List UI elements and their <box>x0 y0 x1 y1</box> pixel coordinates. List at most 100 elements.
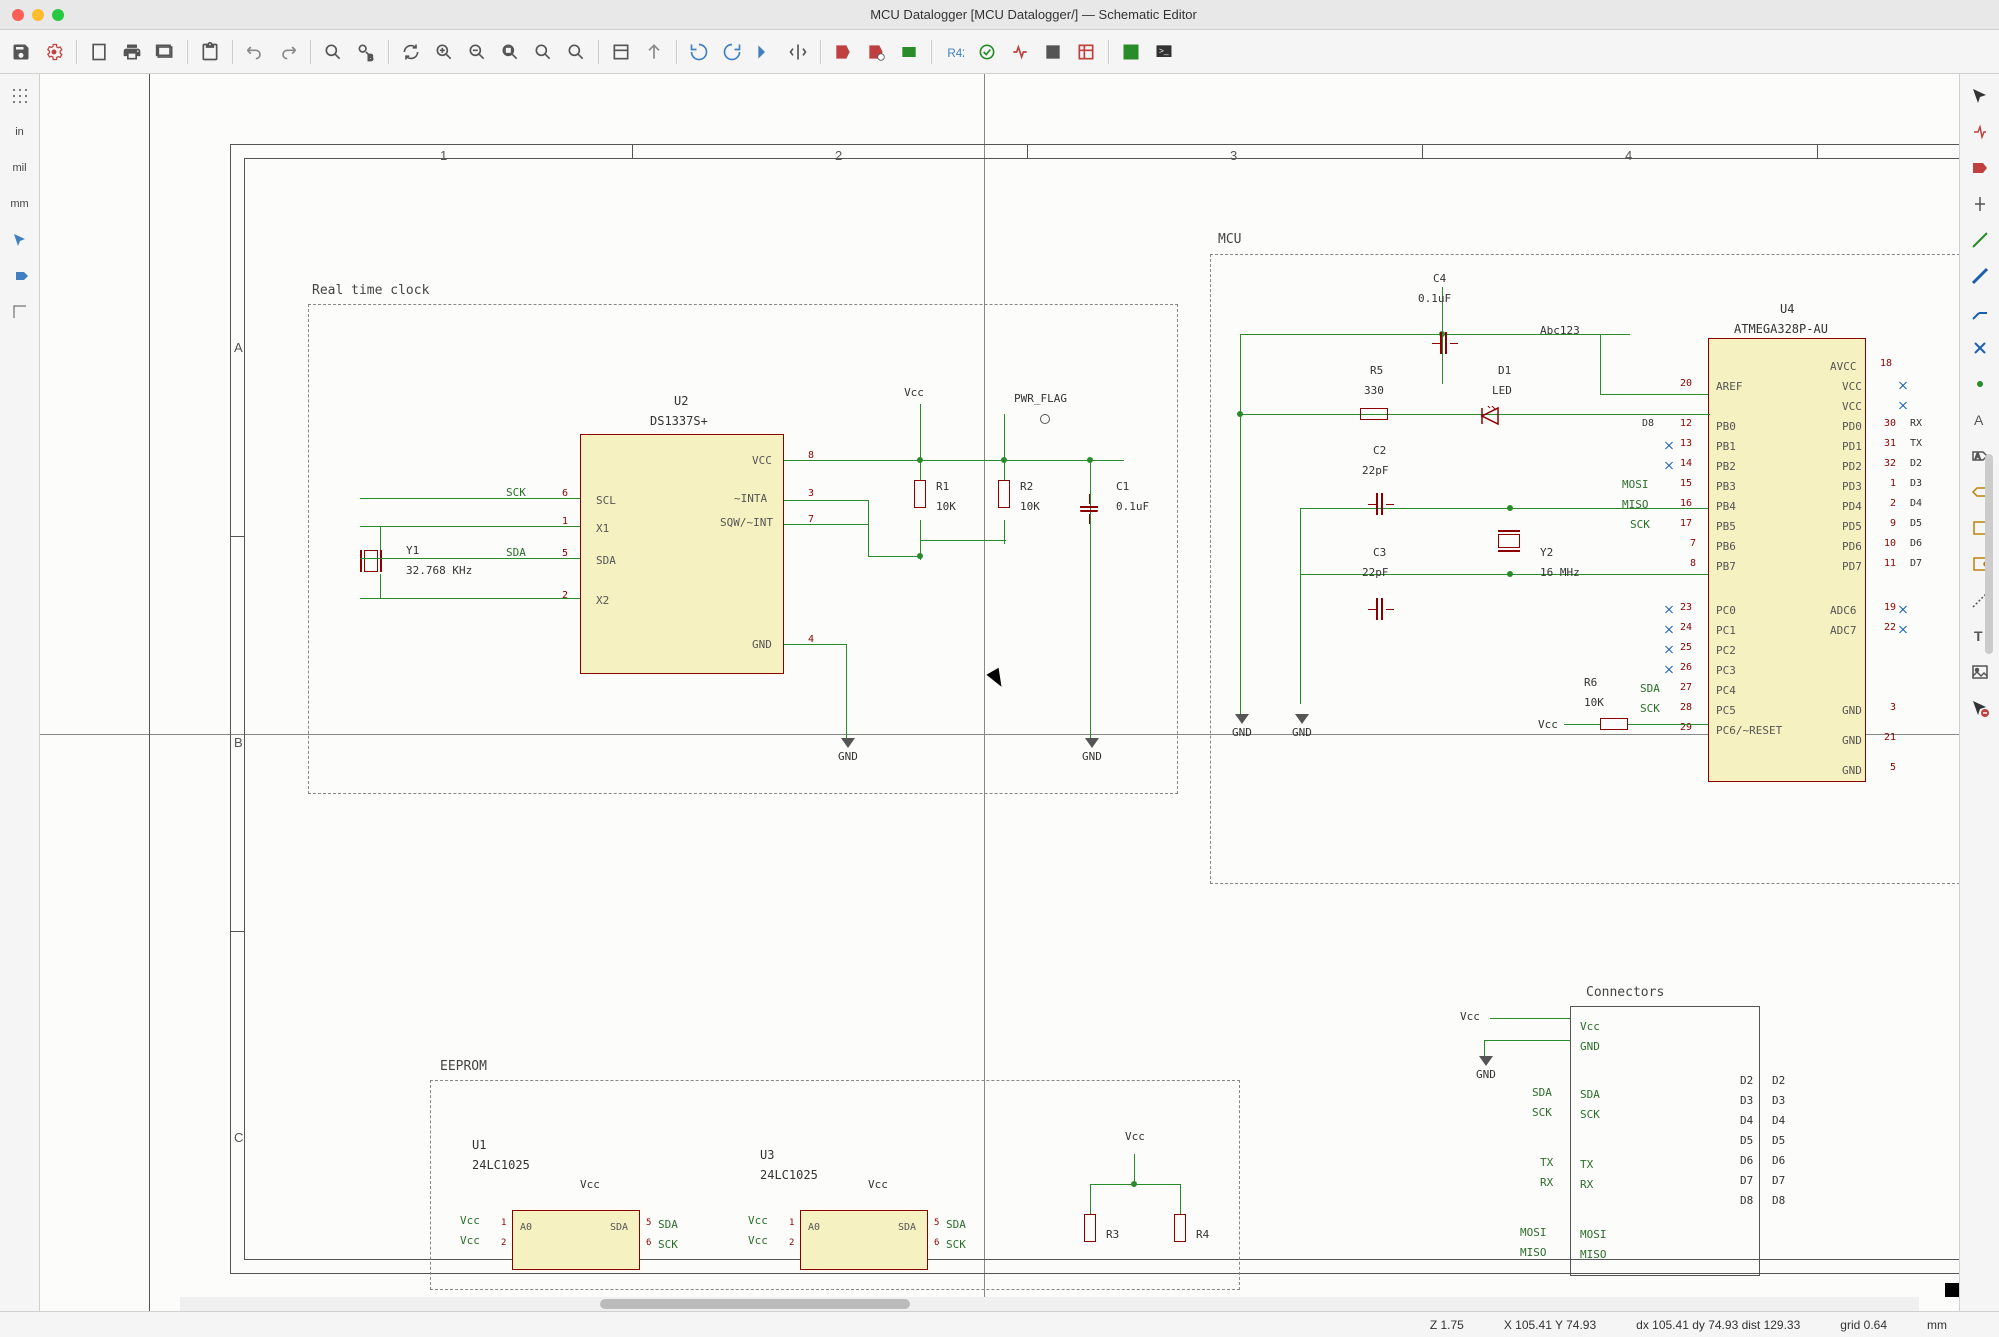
grid-toggle-icon[interactable] <box>4 80 36 112</box>
undo-icon[interactable] <box>240 37 270 67</box>
svg-text:A: A <box>1974 412 1984 428</box>
svg-text:>_: >_ <box>1159 45 1169 55</box>
crystal-y1[interactable] <box>358 550 384 572</box>
find-replace-icon[interactable]: B <box>351 37 381 67</box>
print-icon[interactable] <box>117 37 147 67</box>
svg-text:A: A <box>1975 452 1981 461</box>
find-icon[interactable] <box>318 37 348 67</box>
hidden-pins-icon[interactable] <box>4 260 36 292</box>
plot-icon[interactable] <box>150 37 180 67</box>
rotate-cw-icon[interactable] <box>717 37 747 67</box>
svg-text:T: T <box>1974 628 1983 644</box>
add-noconnect-icon[interactable] <box>1964 332 1996 364</box>
mirror-h-icon[interactable] <box>783 37 813 67</box>
u4-value: ATMEGA328P-AU <box>1734 322 1828 336</box>
statusbar: Z 1.75 X 105.41 Y 74.93 dx 105.41 dy 74.… <box>0 1311 1999 1337</box>
delete-icon[interactable] <box>1964 692 1996 724</box>
crystal-y2[interactable] <box>1498 528 1520 554</box>
resistor-r4[interactable] <box>1174 1214 1186 1242</box>
svg-text:B: B <box>368 52 374 62</box>
row-marker-a: A <box>234 340 243 355</box>
unit-mil[interactable]: mil <box>4 152 36 184</box>
status-zoom: Z 1.75 <box>1430 1318 1464 1332</box>
add-wire-icon[interactable] <box>1964 224 1996 256</box>
zoom-fit-icon[interactable] <box>495 37 525 67</box>
zoom-out-icon[interactable] <box>462 37 492 67</box>
select-tool-icon[interactable] <box>1964 80 1996 112</box>
free-angle-icon[interactable] <box>4 296 36 328</box>
page-settings-icon[interactable] <box>84 37 114 67</box>
redo-icon[interactable] <box>273 37 303 67</box>
main-area: in mil mm 1 2 3 4 A B C <box>0 74 1999 1311</box>
simulator-icon[interactable] <box>1005 37 1035 67</box>
browse-symbols-icon[interactable] <box>861 37 891 67</box>
zoom-selection-icon[interactable] <box>561 37 591 67</box>
gnd-connector: GND <box>1476 1056 1496 1081</box>
add-label-icon[interactable]: A <box>1964 404 1996 436</box>
capacitor-c2[interactable] <box>1368 493 1394 515</box>
zoom-in-icon[interactable] <box>429 37 459 67</box>
resistor-r2[interactable] <box>998 480 1010 508</box>
scrollbar-thumb[interactable] <box>600 1299 910 1309</box>
led-d1[interactable] <box>1470 406 1510 431</box>
capacitor-c4[interactable] <box>1432 332 1458 354</box>
capacitor-c3[interactable] <box>1368 598 1394 620</box>
row-marker-c: C <box>234 1130 243 1145</box>
annotate-icon[interactable]: R42 <box>939 37 969 67</box>
add-symbol-icon[interactable] <box>1964 152 1996 184</box>
erc-icon[interactable] <box>972 37 1002 67</box>
corner-marker <box>1945 1283 1959 1297</box>
vertical-scroll-indicator[interactable] <box>1985 454 1993 654</box>
add-bus-entry-icon[interactable] <box>1964 296 1996 328</box>
add-image-icon[interactable] <box>1964 656 1996 688</box>
u4-ref: U4 <box>1780 302 1794 316</box>
save-icon[interactable] <box>6 37 36 67</box>
right-toolbar: A A T <box>1959 74 1999 1311</box>
close-window[interactable] <box>12 9 24 21</box>
refresh-icon[interactable] <box>396 37 426 67</box>
zoom-object-icon[interactable] <box>528 37 558 67</box>
chip-u1[interactable] <box>512 1210 640 1270</box>
add-power-icon[interactable] <box>1964 188 1996 220</box>
settings-icon[interactable] <box>39 37 69 67</box>
resistor-r6[interactable] <box>1600 718 1628 730</box>
chip-u3[interactable] <box>800 1210 928 1270</box>
svg-text:R42: R42 <box>947 47 964 60</box>
cursor-shape-icon[interactable] <box>4 224 36 256</box>
resistor-r1[interactable] <box>914 480 926 508</box>
mcu-block-title: MCU <box>1218 232 1241 247</box>
pcb-editor-icon[interactable] <box>1116 37 1146 67</box>
unit-mm[interactable]: mm <box>4 188 36 220</box>
hierarchy-icon[interactable] <box>606 37 636 67</box>
resistor-r3[interactable] <box>1084 1214 1096 1242</box>
scripting-icon[interactable]: >_ <box>1149 37 1179 67</box>
col-marker-3: 3 <box>1230 148 1237 163</box>
gnd-symbol-1: GND <box>838 738 858 763</box>
resistor-r5[interactable] <box>1360 408 1388 420</box>
paste-icon[interactable] <box>195 37 225 67</box>
gnd-mcu-1: GND <box>1232 714 1252 739</box>
rotate-ccw-icon[interactable] <box>684 37 714 67</box>
status-grid: grid 0.64 <box>1840 1318 1887 1332</box>
u2-ref: U2 <box>674 394 688 408</box>
status-coords: X 105.41 Y 74.93 <box>1504 1318 1596 1332</box>
add-junction-icon[interactable] <box>1964 368 1996 400</box>
highlight-net-icon[interactable] <box>1964 116 1996 148</box>
symbol-editor-icon[interactable] <box>828 37 858 67</box>
col-marker-2: 2 <box>835 148 842 163</box>
eeprom-block-title: EEPROM <box>440 1059 487 1074</box>
unit-inch[interactable]: in <box>4 116 36 148</box>
horizontal-scrollbar[interactable] <box>180 1297 1919 1311</box>
bom-icon[interactable] <box>1071 37 1101 67</box>
titlebar: MCU Datalogger [MCU Datalogger/] — Schem… <box>0 0 1999 30</box>
maximize-window[interactable] <box>52 9 64 21</box>
schematic-canvas[interactable]: 1 2 3 4 A B C Real time clock U2 DS1337S… <box>40 74 1959 1311</box>
assign-footprints-icon[interactable] <box>1038 37 1068 67</box>
capacitor-c1[interactable] <box>1080 494 1098 524</box>
gnd-mcu-2: GND <box>1292 714 1312 739</box>
leave-sheet-icon[interactable] <box>639 37 669 67</box>
mirror-v-icon[interactable] <box>750 37 780 67</box>
minimize-window[interactable] <box>32 9 44 21</box>
footprint-editor-icon[interactable] <box>894 37 924 67</box>
add-bus-icon[interactable] <box>1964 260 1996 292</box>
